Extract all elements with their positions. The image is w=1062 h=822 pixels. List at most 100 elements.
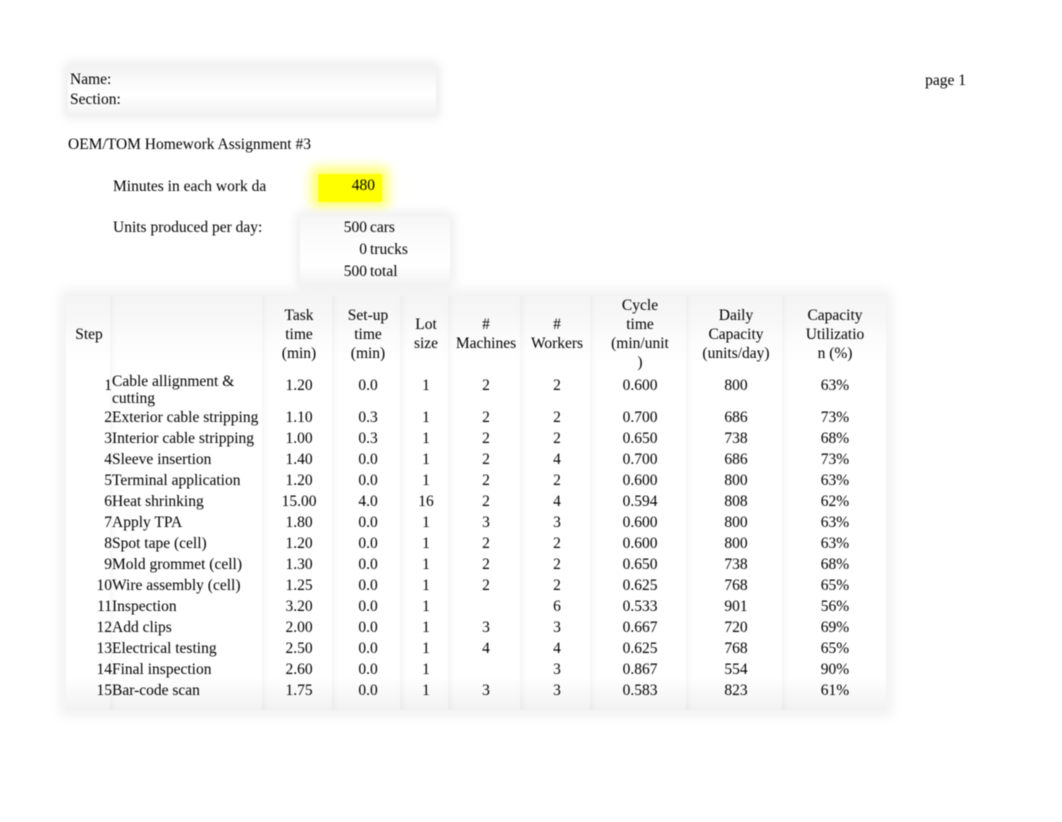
table-row[interactable]: 7 Apply TPA 1.80 0.0 1 3 3 0.600 800 63% (66, 512, 886, 533)
cell-step[interactable]: 11 (66, 596, 112, 617)
table-row[interactable]: 2 Exterior cable stripping 1.10 0.3 1 2 2 0.700… (66, 407, 886, 428)
cell-daily-capacity[interactable]: 901 (688, 596, 784, 617)
cell-task-time[interactable]: 1.20 (264, 470, 334, 491)
cell-cycle-time[interactable]: 0.600 (592, 372, 688, 407)
cell-task-time[interactable]: 1.30 (264, 554, 334, 575)
cell-lot-size[interactable]: 1 (402, 470, 450, 491)
minutes-per-day-cell[interactable]: 480 (318, 174, 382, 202)
cell-machines[interactable]: 3 (450, 512, 522, 533)
cell-capacity-utilization[interactable]: 61% (784, 680, 886, 701)
cell-machines[interactable]: 2 (450, 449, 522, 470)
cell-step[interactable]: 15 (66, 680, 113, 701)
cell-machines[interactable]: 2 (450, 372, 522, 407)
cell-capacity-utilization[interactable]: 63% (784, 372, 886, 407)
cell-lot-size[interactable]: 1 (402, 617, 450, 638)
cell-setup-time[interactable]: 0.0 (334, 449, 402, 470)
cell-lot-size[interactable]: 1 (402, 554, 450, 575)
cell-workers[interactable]: 4 (522, 449, 592, 470)
table-row[interactable]: 8 Spot tape (cell) 1.20 0.0 1 2 2 0.600 800 63% (66, 533, 886, 554)
cell-machines[interactable]: 2 (450, 491, 522, 512)
cell-capacity-utilization[interactable]: 90% (784, 659, 886, 680)
cell-description[interactable]: Terminal application (112, 470, 264, 491)
cell-step[interactable]: 5 (66, 470, 112, 491)
cell-cycle-time[interactable]: 0.667 (592, 617, 688, 638)
cell-cycle-time[interactable]: 0.600 (592, 470, 688, 491)
cell-workers[interactable]: 2 (522, 575, 592, 596)
cell-step[interactable]: 8 (66, 533, 112, 554)
cell-cycle-time[interactable]: 0.625 (592, 575, 688, 596)
cell-capacity-utilization[interactable]: 63% (784, 512, 886, 533)
cell-setup-time[interactable]: 0.0 (334, 659, 402, 680)
cell-step[interactable]: 9 (66, 554, 112, 575)
cell-machines[interactable]: 3 (450, 680, 522, 701)
col-header-capacity-utilization[interactable]: Capacity Utilizatio n (%) (784, 296, 886, 372)
cell-machines[interactable]: 2 (450, 575, 522, 596)
cell-description[interactable]: Electrical testing (112, 638, 264, 659)
cell-machines[interactable]: 2 (450, 470, 522, 491)
cell-task-time[interactable]: 1.20 (264, 372, 334, 407)
cell-lot-size[interactable]: 1 (402, 680, 450, 701)
cell-description[interactable]: Add clips (112, 617, 264, 638)
cell-description[interactable]: Heat shrinking (112, 491, 264, 512)
cell-cycle-time[interactable]: 0.700 (592, 407, 688, 428)
cell-capacity-utilization[interactable]: 68% (784, 428, 886, 449)
cell-capacity-utilization[interactable]: 73% (784, 449, 886, 470)
cell-setup-time[interactable]: 0.0 (334, 533, 402, 554)
cell-setup-time[interactable]: 0.0 (334, 575, 402, 596)
cell-description[interactable]: Sleeve insertion (112, 449, 264, 470)
cell-cycle-time[interactable]: 0.600 (592, 533, 688, 554)
cell-daily-capacity[interactable]: 823 (688, 680, 784, 701)
cell-workers[interactable]: 2 (522, 428, 592, 449)
cell-machines[interactable]: 2 (450, 428, 522, 449)
cell-lot-size[interactable]: 1 (402, 428, 450, 449)
cell-lot-size[interactable]: 1 (402, 533, 450, 554)
cell-daily-capacity[interactable]: 800 (688, 533, 784, 554)
cell-workers[interactable]: 2 (522, 533, 592, 554)
cell-daily-capacity[interactable]: 720 (688, 617, 784, 638)
cell-machines[interactable]: 2 (450, 407, 522, 428)
cell-step[interactable]: 7 (66, 512, 112, 533)
cell-cycle-time[interactable]: 0.867 (592, 659, 688, 680)
col-header-step[interactable]: Step (66, 296, 112, 372)
cell-setup-time[interactable]: 0.0 (334, 680, 402, 701)
cell-lot-size[interactable]: 1 (402, 372, 450, 407)
cell-step[interactable]: 4 (66, 449, 112, 470)
cell-workers[interactable]: 2 (522, 372, 592, 407)
cell-daily-capacity[interactable]: 738 (688, 428, 784, 449)
cell-description[interactable]: Apply TPA (112, 512, 264, 533)
cell-cycle-time[interactable]: 0.650 (592, 428, 688, 449)
cell-description[interactable]: Spot tape (cell) (112, 533, 264, 554)
cell-cycle-time[interactable]: 0.700 (592, 449, 688, 470)
table-row[interactable]: 13 Electrical testing 2.50 0.0 1 4 4 0.625 768 65… (66, 638, 886, 659)
cell-step[interactable]: 2 (66, 407, 112, 428)
cell-setup-time[interactable]: 0.0 (334, 372, 402, 407)
col-header-lot-size[interactable]: Lot size (402, 296, 450, 372)
table-row[interactable]: 5 Terminal application 1.20 0.0 1 2 2 0.600 800 6… (66, 470, 886, 491)
cell-capacity-utilization[interactable]: 63% (784, 470, 886, 491)
cell-machines[interactable]: 3 (450, 617, 522, 638)
cell-workers[interactable]: 4 (522, 638, 592, 659)
cell-lot-size[interactable]: 1 (402, 407, 450, 428)
cell-capacity-utilization[interactable]: 73% (784, 407, 886, 428)
table-row[interactable]: 14 Final inspection 2.60 0.0 1 3 0.867 554 90% (66, 659, 886, 680)
cell-step[interactable]: 1 (66, 372, 112, 407)
cell-capacity-utilization[interactable]: 56% (784, 596, 886, 617)
cell-description[interactable]: Interior cable stripping (112, 428, 264, 449)
cell-task-time[interactable]: 1.00 (264, 428, 334, 449)
cell-capacity-utilization[interactable]: 68% (784, 554, 886, 575)
cell-machines[interactable] (450, 596, 522, 617)
cell-lot-size[interactable]: 1 (402, 449, 450, 470)
cell-lot-size[interactable]: 1 (402, 512, 450, 533)
cell-workers[interactable]: 6 (522, 596, 592, 617)
cell-description[interactable]: Mold grommet (cell) (112, 554, 264, 575)
cell-setup-time[interactable]: 0.0 (334, 512, 402, 533)
cell-task-time[interactable]: 1.20 (264, 533, 334, 554)
cell-task-time[interactable]: 3.20 (264, 596, 334, 617)
cell-workers[interactable]: 2 (522, 470, 592, 491)
cell-daily-capacity[interactable]: 738 (688, 554, 784, 575)
table-row[interactable]: 4 Sleeve insertion 1.40 0.0 1 2 4 0.700 686 73% (66, 449, 886, 470)
table-row[interactable]: 10 Wire assembly (cell) 1.25 0.0 1 2 2 0.625 768… (66, 575, 886, 596)
cell-description[interactable]: Wire assembly (cell) (112, 575, 264, 596)
col-header-task-time[interactable]: Task time (min) (264, 296, 334, 372)
cell-workers[interactable]: 3 (522, 617, 592, 638)
